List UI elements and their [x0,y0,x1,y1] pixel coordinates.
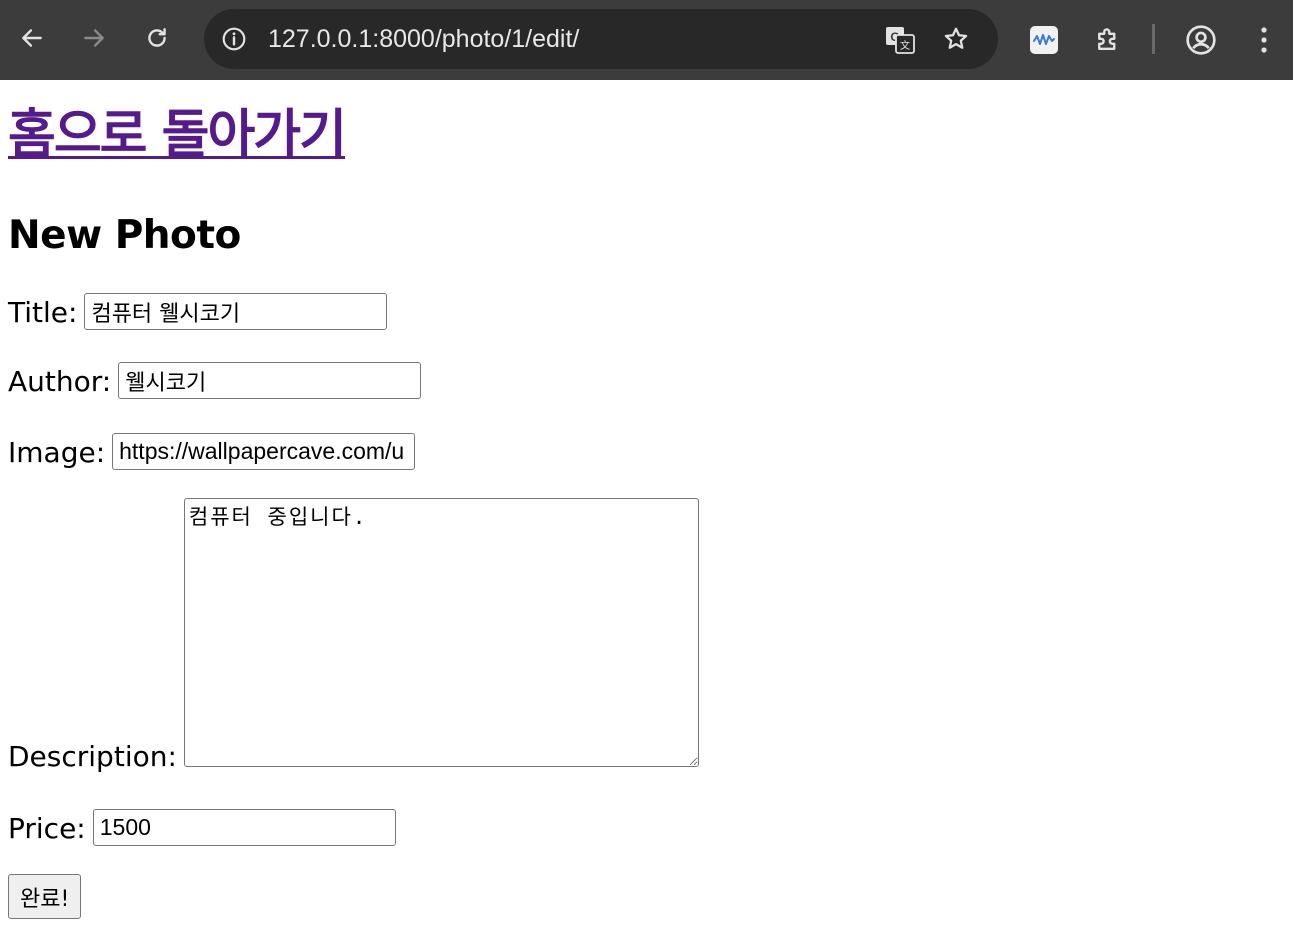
image-label: Image: [8,436,106,469]
translate-button[interactable]: G 文 [882,23,918,57]
puzzle-icon [1098,28,1116,50]
forward-arrow-icon [84,29,104,47]
back-button[interactable] [14,20,50,56]
description-field-row: Description: 컴퓨터 중입니다. [8,498,1278,773]
kebab-menu-icon [1261,27,1267,53]
profile-icon [1186,25,1216,55]
title-field-row: Title: [8,293,1278,330]
extension-app-button[interactable] [1024,20,1064,60]
profile-button[interactable] [1181,20,1221,60]
browser-menu-button[interactable] [1244,20,1284,60]
submit-row: 완료! [8,874,1278,919]
reload-button[interactable] [139,20,175,56]
bookmark-button[interactable] [938,22,974,56]
author-field-row: Author: [8,362,1278,399]
submit-button[interactable]: 완료! [8,874,82,919]
url-text[interactable]: 127.0.0.1:8000/photo/1/edit/ [268,23,579,55]
page-title: New Photo [8,213,241,258]
address-bar[interactable]: 127.0.0.1:8000/photo/1/edit/ G 文 [204,9,998,69]
browser-toolbar: 127.0.0.1:8000/photo/1/edit/ G 文 [0,0,1293,80]
image-url-input[interactable] [112,433,416,470]
wave-extension-icon [1030,26,1058,54]
author-input[interactable] [118,362,422,399]
toolbar-divider [1152,24,1155,54]
extensions-button[interactable] [1088,20,1128,60]
description-textarea[interactable]: 컴퓨터 중입니다. [183,498,699,767]
description-label: Description: [8,740,177,773]
back-arrow-icon [22,29,42,47]
site-info-button[interactable] [218,23,250,55]
title-label: Title: [8,296,78,329]
forward-button[interactable] [76,20,112,56]
price-field-row: Price: [8,809,1278,846]
image-field-row: Image: [8,433,1278,470]
title-input[interactable] [84,293,388,330]
reload-icon [148,28,166,47]
page-content: 홈으로 돌아가기 New Photo Title: Author: Image:… [8,80,1278,919]
home-link[interactable]: 홈으로 돌아가기 [8,102,347,168]
author-label: Author: [8,365,112,398]
star-icon [944,27,968,49]
svg-text:文: 文 [900,39,910,52]
price-label: Price: [8,812,86,845]
info-icon [222,27,246,51]
price-input[interactable] [92,809,396,846]
translate-icon: G 文 [886,27,915,54]
